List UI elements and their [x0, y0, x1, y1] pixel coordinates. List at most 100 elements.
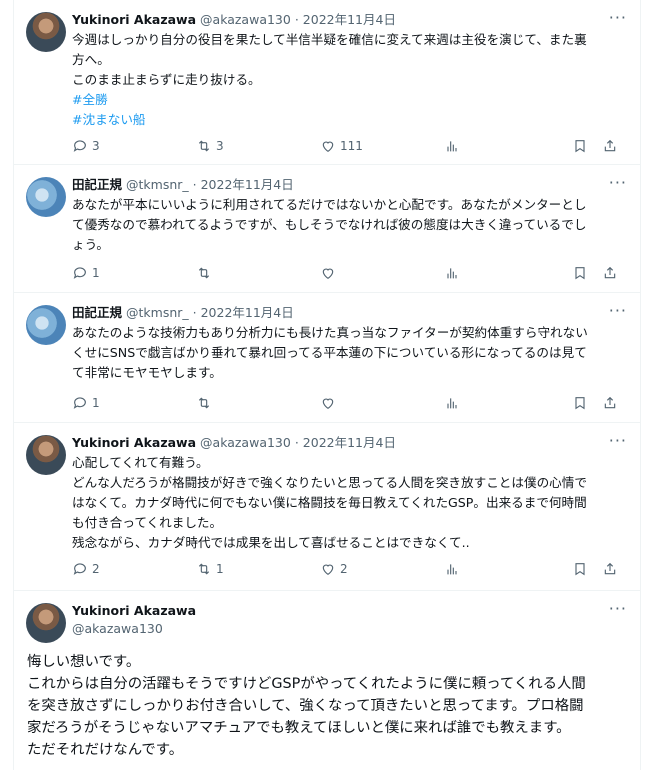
tweet-text: 悔しい想いです。 これからは自分の活躍もそうですけどGSPがやってくれたように僕… — [27, 651, 627, 761]
bookmark-icon — [575, 140, 585, 153]
bookmark-button[interactable] — [572, 263, 588, 283]
main-tweet[interactable]: Yukinori Akazawa @akazawa130 ··· 悔しい想いです… — [13, 591, 641, 770]
tweet-line: くせにSNSで戯言ばかり垂れて暴れ回ってる平本蓮の下についている形になってるのは… — [72, 345, 587, 360]
avatar[interactable] — [26, 12, 66, 52]
reply-count: 2 — [92, 562, 100, 576]
reply-count: 1 — [92, 266, 100, 280]
retweet-button[interactable] — [196, 263, 212, 283]
tweet[interactable]: 田記正規 @tkmsnr_ · 2022年11月4日 ··· あなたのような技術… — [13, 293, 641, 423]
tweet-actions: 3 3 111 — [72, 136, 628, 156]
views-icon — [447, 141, 457, 152]
tweet-date[interactable]: 2022年11月4日 — [201, 305, 294, 320]
views-button[interactable] — [444, 393, 460, 413]
retweet-count: 3 — [216, 139, 224, 153]
tweet-actions: 1 — [72, 263, 628, 283]
more-icon[interactable]: ··· — [609, 301, 627, 320]
tweet-header: Yukinori Akazawa @akazawa130 · 2022年11月4… — [72, 12, 396, 28]
separator-dot: · — [294, 435, 299, 450]
avatar[interactable] — [26, 177, 66, 217]
retweet-button[interactable]: 3 — [196, 136, 224, 156]
author-handle[interactable]: @akazawa130 — [200, 12, 291, 27]
author-handle[interactable]: @akazawa130 — [200, 435, 291, 450]
tweet-line: これからは自分の活躍もそうですけどGSPがやってくれたように僕に頼ってくれる人間 — [27, 676, 586, 692]
tweet-line: ょう。 — [72, 237, 110, 252]
bookmark-icon — [575, 563, 585, 576]
separator-dot: · — [294, 12, 299, 27]
like-button[interactable]: 2 — [320, 559, 348, 579]
more-icon[interactable]: ··· — [609, 173, 627, 192]
tweet-line: 今週はしっかり自分の役目を果たして半信半疑を確信に変えて来週は主役を演じて、また… — [72, 32, 587, 47]
avatar[interactable] — [26, 435, 66, 475]
views-icon — [447, 398, 457, 409]
reply-button[interactable]: 1 — [72, 393, 100, 413]
retweet-count: 1 — [216, 562, 224, 576]
more-icon[interactable]: ··· — [609, 8, 627, 27]
tweet[interactable]: Yukinori Akazawa @akazawa130 · 2022年11月4… — [13, 423, 641, 591]
share-button[interactable] — [602, 136, 618, 156]
tweet-text: 今週はしっかり自分の役目を果たして半信半疑を確信に変えて来週は主役を演じて、また… — [72, 30, 627, 130]
views-button[interactable] — [444, 263, 460, 283]
like-count: 2 — [340, 562, 348, 576]
reply-button[interactable]: 3 — [72, 136, 100, 156]
views-button[interactable] — [444, 136, 460, 156]
tweet-header: Yukinori Akazawa — [72, 603, 196, 619]
bookmark-button[interactable] — [572, 393, 588, 413]
tweet[interactable]: Yukinori Akazawa @akazawa130 · 2022年11月4… — [13, 0, 641, 165]
bookmark-button[interactable] — [572, 559, 588, 579]
reply-count: 3 — [92, 139, 100, 153]
avatar[interactable] — [26, 603, 66, 643]
tweet-line: 家だろうがそうじゃないアマチュアでも教えてほしいと僕に来れば誰でも教えます。 — [27, 720, 571, 736]
like-icon — [322, 268, 334, 280]
views-icon — [447, 564, 457, 575]
reply-button[interactable]: 2 — [72, 559, 100, 579]
like-button[interactable] — [320, 393, 336, 413]
tweet-line: あなたが平本にいいように利用されてるだけではないかと心配です。あなたがメンターと… — [72, 197, 587, 212]
tweet-date[interactable]: 2022年11月4日 — [303, 12, 396, 27]
share-button[interactable] — [602, 263, 618, 283]
tweet-line: 悔しい想いです。 — [27, 654, 141, 670]
tweet-line: 心配してくれて有難う。 — [72, 455, 209, 470]
retweet-icon — [198, 397, 210, 409]
author-name[interactable]: Yukinori Akazawa — [72, 435, 196, 450]
tweet-date[interactable]: 2022年11月4日 — [201, 177, 294, 192]
author-handle[interactable]: @tkmsnr_ — [126, 305, 189, 320]
like-icon — [322, 398, 334, 410]
share-button[interactable] — [602, 393, 618, 413]
retweet-icon — [198, 140, 210, 152]
tweet-text: あなたが平本にいいように利用されてるだけではないかと心配です。あなたがメンターと… — [72, 195, 627, 255]
share-button[interactable] — [602, 559, 618, 579]
tweet-line: はなくて。カナダ時代に何でもない僕に格闘技を毎日教えてくれたGSP。出来るまで何… — [72, 495, 587, 510]
like-button[interactable]: 111 — [320, 136, 363, 156]
more-icon[interactable]: ··· — [609, 599, 627, 618]
tweet-header: 田記正規 @tkmsnr_ · 2022年11月4日 — [72, 305, 294, 321]
share-icon — [604, 396, 616, 409]
tweet-text: 心配してくれて有難う。 どんな人だろうが格闘技が好きで強くなりたいと思ってる人間… — [72, 453, 627, 553]
retweet-button[interactable]: 1 — [196, 559, 224, 579]
tweet-header: Yukinori Akazawa @akazawa130 · 2022年11月4… — [72, 435, 396, 451]
author-handle[interactable]: @tkmsnr_ — [126, 177, 189, 192]
author-name[interactable]: Yukinori Akazawa — [72, 603, 196, 618]
bookmark-icon — [575, 267, 585, 280]
avatar[interactable] — [26, 305, 66, 345]
author-name[interactable]: 田記正規 — [72, 305, 122, 320]
reply-icon — [73, 563, 86, 575]
like-icon — [322, 141, 334, 153]
tweet-line: どんな人だろうが格闘技が好きで強くなりたいと思ってる人間を突き放すことは僕の心情… — [72, 475, 587, 490]
tweet-date[interactable]: 2022年11月4日 — [303, 435, 396, 450]
reply-button[interactable]: 1 — [72, 263, 100, 283]
hashtag-link[interactable]: #沈まない船 — [72, 110, 627, 130]
hashtag-link[interactable]: #全勝 — [72, 90, 627, 110]
tweet[interactable]: 田記正規 @tkmsnr_ · 2022年11月4日 ··· あなたが平本にいい… — [13, 165, 641, 293]
tweet-text: あなたのような技術力もあり分析力にも長けた真っ当なファイターが契約体重すら守れな… — [72, 323, 627, 383]
author-name[interactable]: 田記正規 — [72, 177, 122, 192]
more-icon[interactable]: ··· — [609, 431, 627, 450]
tweet-line: ただそれだけなんです。 — [27, 742, 184, 758]
like-button[interactable] — [320, 263, 336, 283]
tweet-line: を突き放さずにしっかりお付き合いして、強くなって頂きたいと思ってます。プロ格闘 — [27, 698, 584, 714]
views-button[interactable] — [444, 559, 460, 579]
retweet-button[interactable] — [196, 393, 212, 413]
author-name[interactable]: Yukinori Akazawa — [72, 12, 196, 27]
tweet-line: このまま止まらずに走り抜ける。 — [72, 72, 261, 87]
author-handle[interactable]: @akazawa130 — [72, 621, 163, 636]
bookmark-button[interactable] — [572, 136, 588, 156]
